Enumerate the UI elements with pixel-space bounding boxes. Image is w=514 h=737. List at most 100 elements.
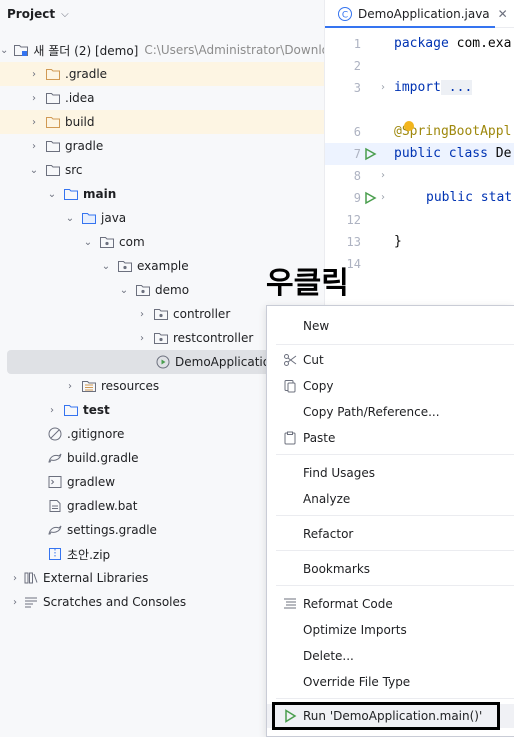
fold-chevron-icon[interactable]: ›	[381, 192, 385, 203]
chevron-right-icon[interactable]: ›	[136, 333, 148, 344]
menu-item-label: Copy	[303, 379, 334, 393]
line-number: 13	[346, 235, 361, 249]
tree-item-gradle[interactable]: › gradle	[0, 134, 324, 158]
menu-item-find-usages[interactable]: Find Usages	[267, 461, 514, 485]
tree-item-label: .idea	[65, 91, 95, 105]
chevron-right-icon[interactable]: ›	[46, 405, 58, 416]
menu-item-paste[interactable]: Paste	[267, 426, 514, 450]
tree-item-src[interactable]: ⌄ src	[0, 158, 324, 182]
chevron-down-icon[interactable]: ⌄	[82, 237, 94, 248]
tree-item-label: test	[83, 403, 110, 417]
intention-bulb-icon[interactable]	[403, 120, 415, 135]
right-click-annotation: 우클릭	[266, 266, 349, 301]
chevron-down-icon[interactable]: ⌄	[28, 165, 40, 176]
source-folder-icon	[81, 210, 97, 226]
chevron-right-icon[interactable]: ›	[28, 141, 40, 152]
project-panel-header[interactable]: Project ⌵	[0, 0, 324, 28]
menu-separator	[276, 515, 514, 516]
line-number: 9	[353, 191, 361, 205]
line-number: 6	[353, 125, 361, 139]
tree-item-gradle-dir[interactable]: › .gradle	[0, 62, 324, 86]
fold-chevron-icon[interactable]: ›	[381, 82, 385, 93]
editor-tab-demoapplication[interactable]: C DemoApplication.java ✕	[325, 0, 508, 28]
tree-item-label: controller	[173, 307, 231, 321]
reformat-icon	[282, 596, 298, 612]
tree-item-label: main	[83, 187, 117, 201]
menu-item-refactor[interactable]: Refactor	[267, 522, 514, 546]
menu-item-label: Bookmarks	[303, 562, 371, 576]
chevron-right-icon[interactable]: ›	[28, 93, 40, 104]
tree-item-label: 초안.zip	[67, 547, 111, 562]
menu-item-label: Find Usages	[303, 466, 376, 480]
code-line-13: }	[394, 234, 402, 249]
folder-icon	[45, 138, 61, 154]
fold-chevron-icon[interactable]: ›	[381, 170, 385, 181]
tree-item-path: C:\Users\Administrator\Downloads	[144, 43, 324, 57]
chevron-right-icon[interactable]: ›	[64, 381, 76, 392]
line-number: 7	[353, 147, 361, 161]
tree-item-label: .gitignore	[67, 427, 125, 441]
chevron-right-icon[interactable]: ›	[9, 573, 21, 584]
chevron-down-icon[interactable]: ⌄	[100, 261, 112, 272]
run-highlight-box	[272, 702, 500, 730]
menu-item-override-file-type[interactable]: Override File Type	[267, 670, 514, 694]
chevron-down-icon[interactable]: ⌄	[46, 189, 58, 200]
menu-separator	[276, 698, 514, 699]
menu-item-reformat-code[interactable]: Reformat Code	[267, 592, 514, 616]
scissors-icon	[282, 352, 298, 368]
tree-item-label: example	[137, 259, 189, 273]
java-class-icon: C	[337, 6, 353, 22]
chevron-down-icon[interactable]: ⌄	[64, 213, 76, 224]
menu-item-bookmarks[interactable]: Bookmarks	[267, 557, 514, 581]
chevron-down-icon[interactable]: ⌄	[118, 285, 130, 296]
menu-item-new[interactable]: New	[267, 314, 514, 338]
menu-separator	[276, 454, 514, 455]
folder-icon	[45, 162, 61, 178]
menu-item-analyze[interactable]: Analyze	[267, 487, 514, 511]
tree-item-com[interactable]: ⌄ com	[0, 230, 324, 254]
menu-item-copy[interactable]: Copy	[267, 374, 514, 398]
tree-item-label: resources	[101, 379, 160, 393]
paste-icon	[282, 430, 298, 446]
code-folded[interactable]: ...	[440, 80, 473, 95]
code-keyword: import	[394, 80, 441, 95]
menu-item-delete[interactable]: Delete...	[267, 644, 514, 668]
run-gutter-icon[interactable]	[363, 147, 377, 164]
tree-item-label: DemoApplication	[175, 355, 278, 369]
scratches-icon	[23, 594, 39, 610]
module-folder-icon	[13, 42, 29, 58]
tree-item-build[interactable]: › build	[0, 110, 324, 134]
svg-text:C: C	[342, 10, 348, 20]
tree-item-java[interactable]: ⌄ java	[0, 206, 324, 230]
chevron-right-icon[interactable]: ›	[28, 69, 40, 80]
chevron-down-icon[interactable]: ⌵	[61, 9, 69, 20]
line-number: 12	[346, 213, 361, 227]
code-keyword: public class	[394, 146, 488, 161]
chevron-right-icon[interactable]: ›	[9, 597, 21, 608]
package-icon	[99, 234, 115, 250]
tree-item-label: demo	[155, 283, 190, 297]
chevron-right-icon[interactable]: ›	[136, 309, 148, 320]
code-line-3: import ...	[394, 80, 473, 95]
menu-item-copy-path[interactable]: Copy Path/Reference...	[267, 400, 514, 424]
chevron-down-icon[interactable]: ⌄	[0, 45, 8, 56]
spring-class-icon	[155, 354, 171, 370]
chevron-right-icon[interactable]: ›	[28, 117, 40, 128]
tree-item-label: gradle	[65, 139, 104, 153]
editor-tab-label: DemoApplication.java	[358, 6, 490, 21]
tree-item-idea[interactable]: › .idea	[0, 86, 324, 110]
resources-folder-icon	[81, 378, 97, 394]
copy-icon	[282, 378, 298, 394]
close-icon[interactable]: ✕	[498, 7, 508, 21]
tree-item-root[interactable]: ⌄ 새 폴더 (2) [demo] C:\Users\Administrator…	[0, 38, 324, 62]
package-icon	[153, 330, 169, 346]
menu-item-optimize-imports[interactable]: Optimize Imports	[267, 618, 514, 642]
tree-item-label: java	[101, 211, 127, 225]
gradle-icon	[47, 522, 63, 538]
tree-item-main[interactable]: ⌄ main	[0, 182, 324, 206]
code-text: com.exa	[448, 36, 512, 51]
run-gutter-icon[interactable]	[363, 191, 377, 208]
code-keyword: package	[394, 36, 449, 51]
menu-separator	[276, 550, 514, 551]
menu-item-cut[interactable]: Cut	[267, 348, 514, 372]
